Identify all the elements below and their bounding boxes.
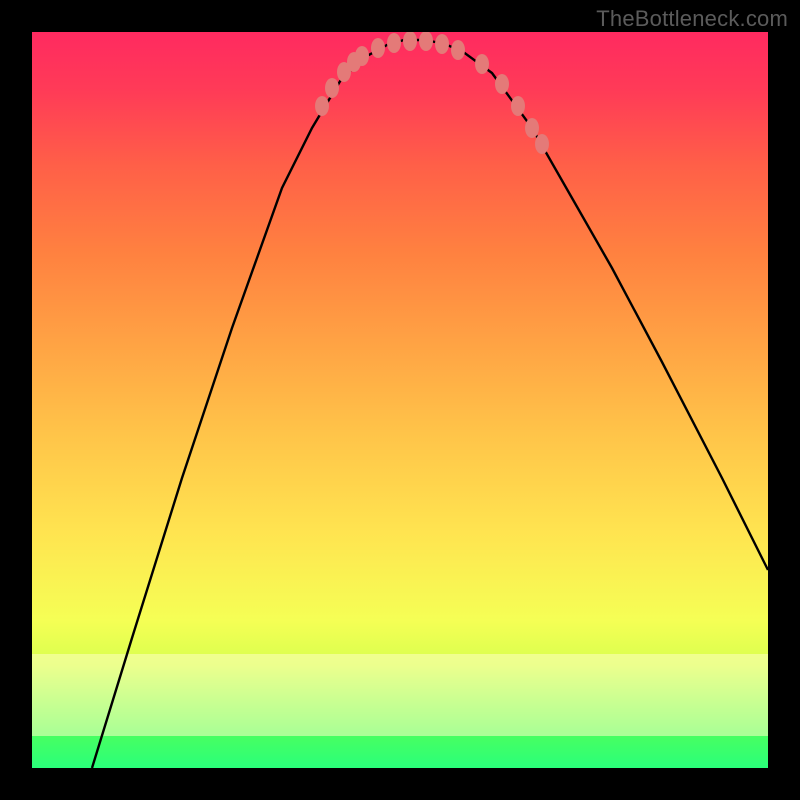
marker-dot xyxy=(475,54,489,74)
highlight-markers xyxy=(315,32,549,154)
marker-dot xyxy=(451,40,465,60)
marker-dot xyxy=(371,38,385,58)
marker-dot xyxy=(325,78,339,98)
marker-dot xyxy=(315,96,329,116)
marker-dot xyxy=(525,118,539,138)
marker-dot xyxy=(403,32,417,51)
chart-frame: TheBottleneck.com xyxy=(0,0,800,800)
marker-dot xyxy=(355,46,369,66)
marker-dot xyxy=(511,96,525,116)
watermark-text: TheBottleneck.com xyxy=(596,6,788,32)
plot-area xyxy=(32,32,768,768)
marker-dot xyxy=(535,134,549,154)
bottleneck-curve xyxy=(92,40,768,768)
curve-svg xyxy=(32,32,768,768)
marker-dot xyxy=(387,33,401,53)
marker-dot xyxy=(495,74,509,94)
marker-dot xyxy=(419,32,433,51)
marker-dot xyxy=(435,34,449,54)
